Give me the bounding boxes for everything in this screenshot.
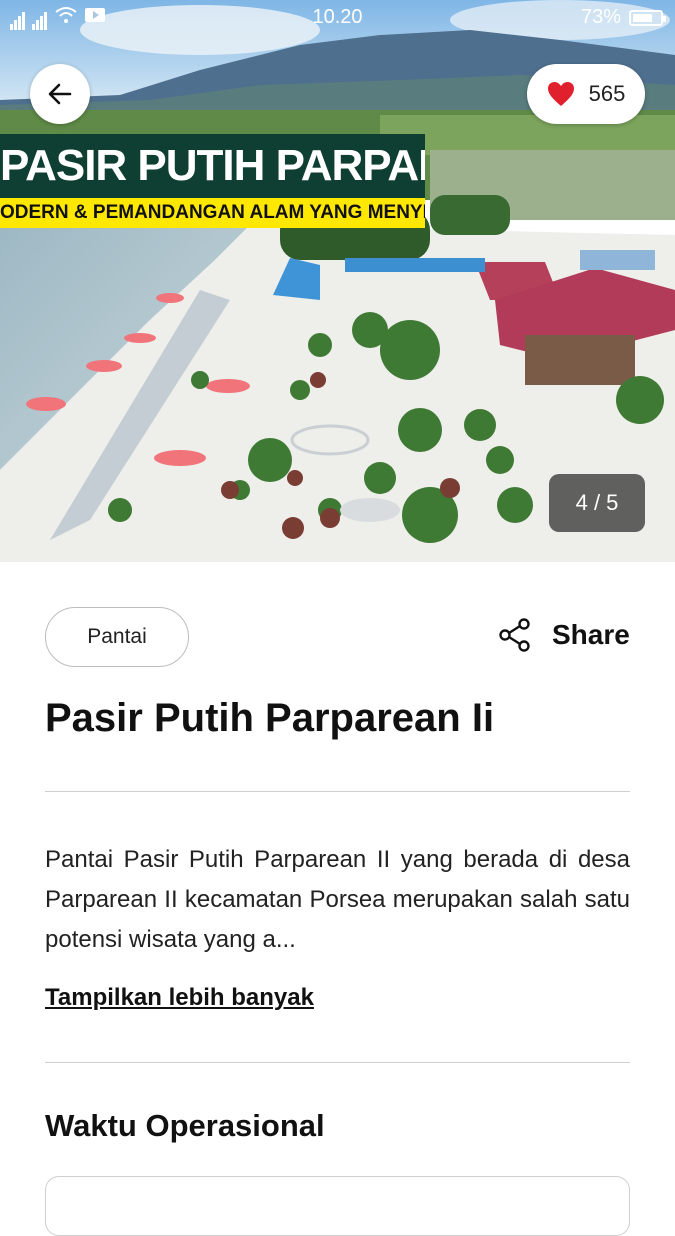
operating-hours-title: Waktu Operasional: [45, 1108, 325, 1143]
hero-image[interactable]: 10.20 73% PASIR PUTIH PARPAREAN ODERN & …: [0, 0, 675, 562]
battery-percent: 73%: [580, 6, 621, 28]
photo-banner-title: PASIR PUTIH PARPAREAN: [0, 134, 425, 198]
status-bar: 10.20 73%: [0, 0, 675, 34]
show-more-link[interactable]: Tampilkan lebih banyak: [45, 984, 314, 1012]
place-title: Pasir Putih Parparean Ii: [45, 696, 495, 740]
status-time: 10.20: [312, 6, 363, 28]
place-description: Pantai Pasir Putih Parparean II yang ber…: [45, 846, 630, 953]
arrow-left-icon: [48, 83, 72, 105]
divider: [45, 791, 630, 792]
share-label: Share: [552, 619, 630, 650]
share-icon: [499, 618, 530, 652]
divider: [45, 1062, 630, 1063]
photo-banner-subtitle: ODERN & PEMANDANGAN ALAM YANG MENYEJUKKA…: [0, 198, 425, 228]
operating-hours-card[interactable]: [45, 1176, 630, 1236]
status-right: 73%: [580, 6, 666, 29]
back-button[interactable]: [30, 64, 90, 124]
like-button[interactable]: 565: [527, 64, 645, 124]
image-pager-indicator: 4 / 5: [549, 474, 645, 532]
heart-icon: [547, 82, 574, 106]
battery-icon: [629, 9, 666, 26]
like-count: 565: [588, 81, 626, 106]
category-chip[interactable]: Pantai: [45, 607, 189, 667]
share-button[interactable]: Share: [498, 618, 630, 652]
